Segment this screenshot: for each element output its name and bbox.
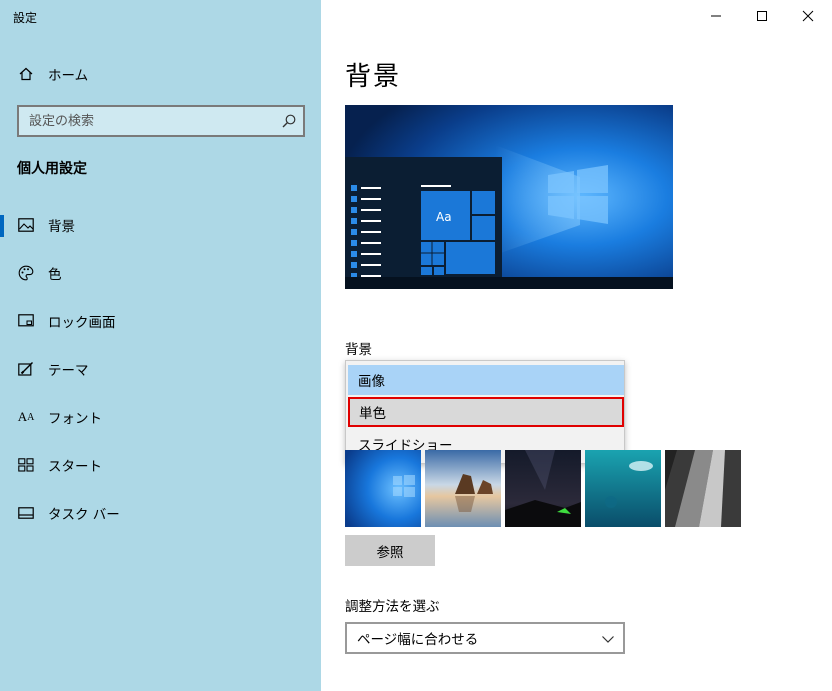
browse-button[interactable]: 参照 bbox=[345, 535, 435, 566]
sidebar-item-font[interactable]: AA フォント bbox=[0, 399, 321, 435]
sidebar-item-start[interactable]: スタート bbox=[0, 447, 321, 483]
background-type-label: 背景 bbox=[345, 342, 372, 358]
app-title: 設定 bbox=[13, 11, 38, 25]
start-icon bbox=[17, 456, 35, 474]
recent-image-thumbnail[interactable] bbox=[425, 450, 501, 527]
sidebar-item-home[interactable]: ホーム bbox=[0, 56, 321, 92]
sidebar-item-theme[interactable]: テーマ bbox=[0, 351, 321, 387]
maximize-icon bbox=[757, 11, 767, 21]
search-input[interactable] bbox=[19, 107, 277, 135]
close-button[interactable] bbox=[785, 0, 831, 32]
sidebar-item-taskbar[interactable]: タスク バー bbox=[0, 495, 321, 531]
palette-icon bbox=[17, 264, 35, 282]
minimize-icon bbox=[711, 15, 721, 17]
preview-tile-text: Aa bbox=[436, 210, 452, 224]
recent-image-thumbnail[interactable] bbox=[585, 450, 661, 527]
taskbar-icon bbox=[17, 504, 35, 522]
sidebar-item-label: 背景 bbox=[48, 219, 75, 235]
sidebar-item-background[interactable]: 背景 bbox=[0, 207, 321, 243]
font-icon: AA bbox=[17, 409, 35, 424]
sidebar-item-color[interactable]: 色 bbox=[0, 255, 321, 291]
sidebar-item-label: テーマ bbox=[48, 363, 89, 379]
page-title: 背景 bbox=[345, 62, 402, 92]
close-icon bbox=[802, 10, 814, 22]
picture-icon bbox=[17, 216, 35, 234]
section-heading: 個人用設定 bbox=[17, 161, 87, 177]
maximize-button[interactable] bbox=[739, 0, 785, 32]
search-box[interactable] bbox=[17, 105, 305, 137]
sidebar-item-label: ロック画面 bbox=[48, 315, 116, 331]
recent-image-thumbnail[interactable] bbox=[505, 450, 581, 527]
dropdown-option-image[interactable]: 画像 bbox=[348, 365, 624, 395]
lock-screen-icon bbox=[17, 312, 35, 330]
background-preview: Aa bbox=[345, 105, 673, 289]
recent-image-thumbnail[interactable] bbox=[665, 450, 741, 527]
sidebar-item-label: タスク バー bbox=[48, 507, 120, 523]
sidebar-item-label: ホーム bbox=[48, 68, 89, 84]
fit-select-value: ページ幅に合わせる bbox=[357, 632, 479, 648]
sidebar: 設定 ホーム 個人用設定 背景 色 ロック画面 テーマ bbox=[0, 0, 321, 691]
minimize-button[interactable] bbox=[693, 0, 739, 32]
search-icon[interactable] bbox=[281, 113, 297, 129]
background-type-dropdown-menu: 画像 単色 スライドショー bbox=[345, 360, 625, 464]
sidebar-item-label: フォント bbox=[48, 411, 102, 427]
home-icon bbox=[17, 65, 35, 83]
recent-image-thumbnail[interactable] bbox=[345, 450, 421, 527]
theme-icon bbox=[17, 360, 35, 378]
sidebar-item-label: 色 bbox=[48, 267, 62, 283]
fit-label: 調整方法を選ぶ bbox=[345, 599, 440, 615]
sidebar-item-lock-screen[interactable]: ロック画面 bbox=[0, 303, 321, 339]
dropdown-option-solid-color[interactable]: 単色 bbox=[348, 397, 624, 427]
chevron-down-icon bbox=[601, 632, 615, 646]
fit-select[interactable]: ページ幅に合わせる bbox=[345, 622, 625, 654]
sidebar-item-label: スタート bbox=[48, 459, 102, 475]
